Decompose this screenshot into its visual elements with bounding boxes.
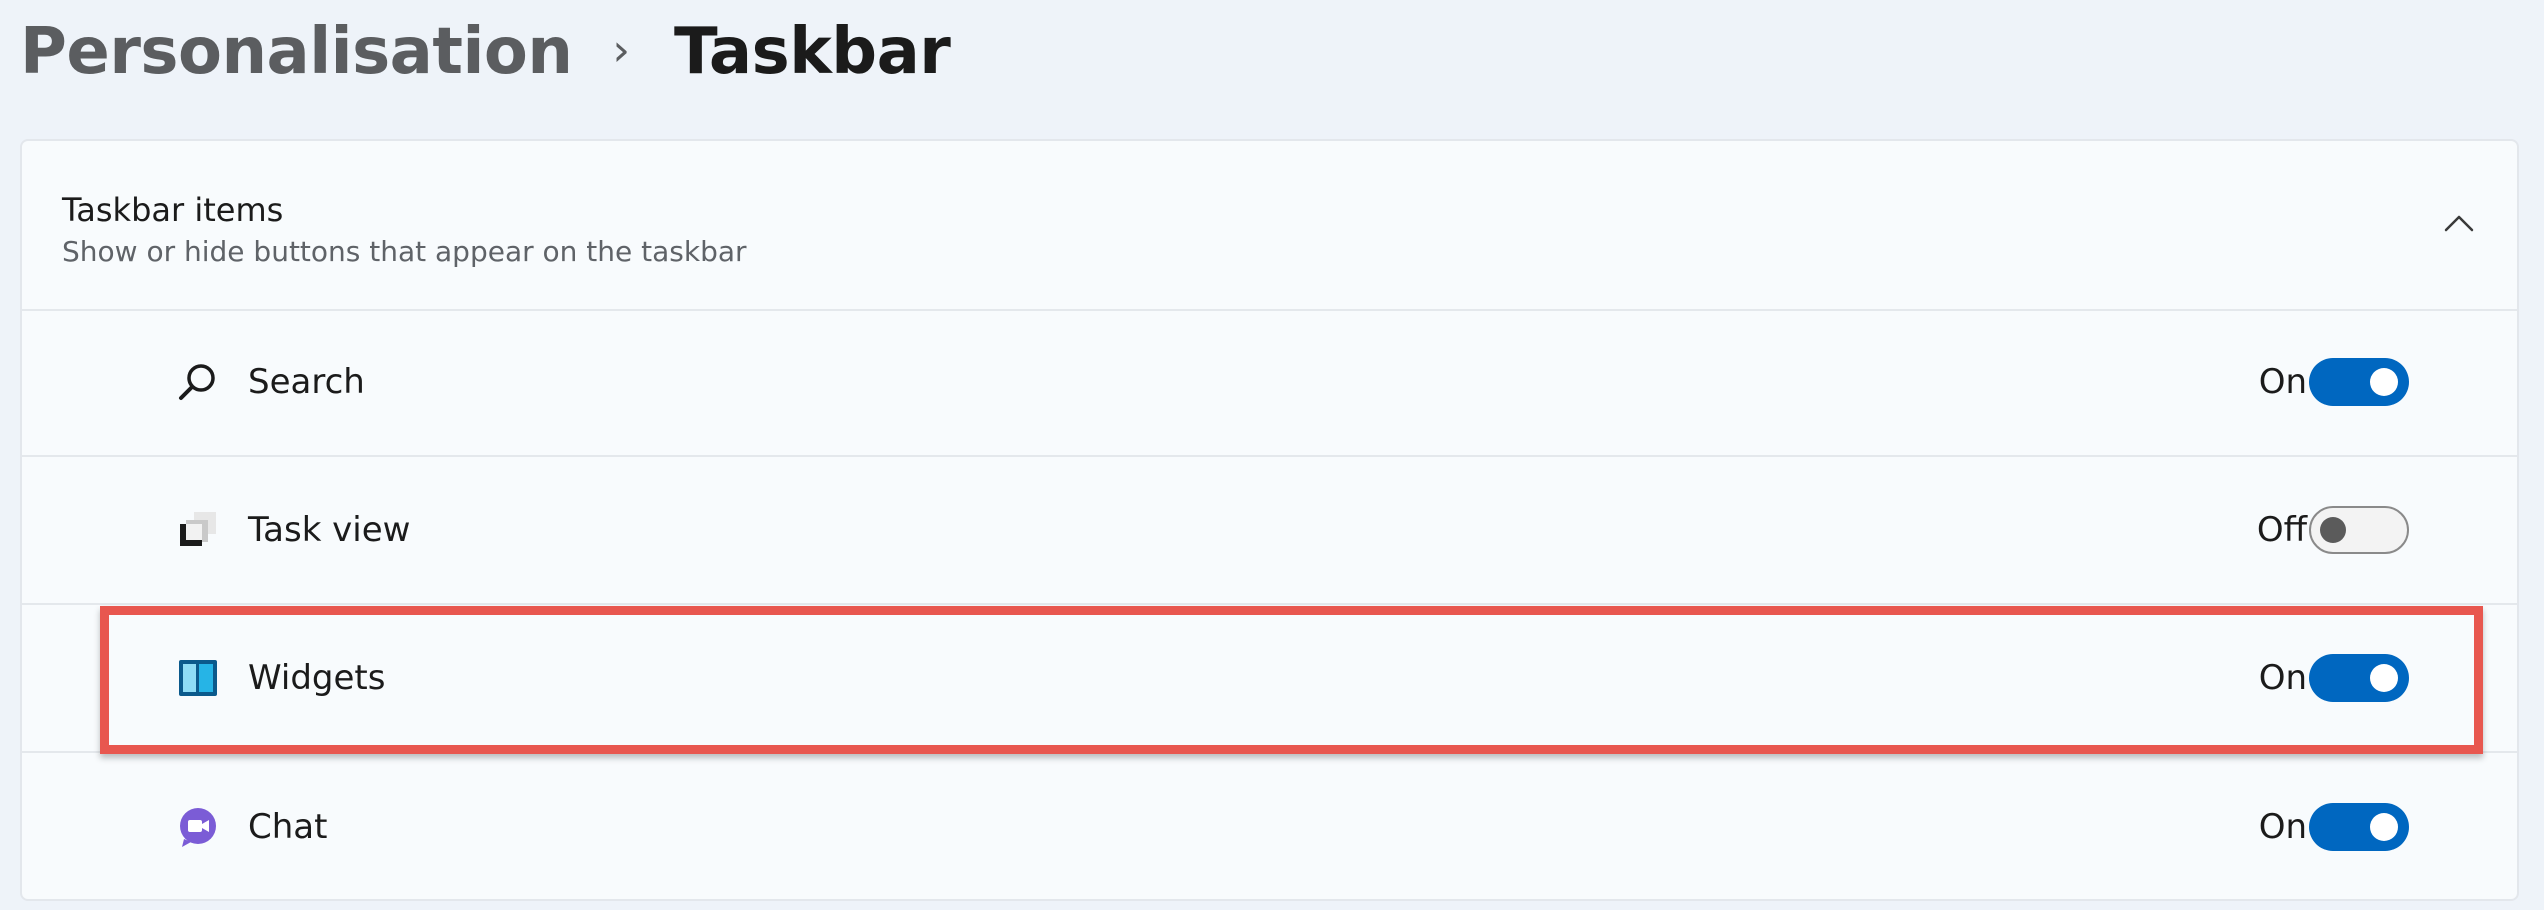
taskbar-item-chat: Chat On — [22, 753, 2517, 901]
taskbar-item-label: Search — [248, 362, 365, 402]
collapse-section-button[interactable] — [2433, 199, 2485, 251]
toggle-state-text: On — [2258, 807, 2307, 847]
chevron-up-icon — [2444, 214, 2474, 236]
chat-toggle[interactable] — [2309, 803, 2409, 851]
widgets-icon — [176, 656, 220, 700]
search-toggle[interactable] — [2309, 358, 2409, 406]
task-view-toggle[interactable] — [2309, 506, 2409, 554]
breadcrumb-separator: › — [612, 24, 631, 76]
toggle-state-text: On — [2258, 362, 2307, 402]
toggle-knob — [2370, 813, 2398, 841]
toggle-knob — [2370, 368, 2398, 396]
taskbar-item-label: Widgets — [248, 658, 386, 698]
chat-icon — [176, 805, 220, 849]
page-title: Taskbar — [674, 15, 951, 89]
toggle-state-text: On — [2258, 658, 2307, 698]
task-view-icon — [176, 508, 220, 552]
section-title: Taskbar items — [62, 191, 284, 229]
taskbar-item-widgets: Widgets On — [22, 605, 2517, 753]
toggle-knob — [2320, 517, 2346, 543]
widgets-toggle[interactable] — [2309, 654, 2409, 702]
taskbar-items-card: Taskbar items Show or hide buttons that … — [20, 139, 2519, 901]
taskbar-item-label: Chat — [248, 807, 328, 847]
taskbar-item-search: Search On — [22, 309, 2517, 457]
taskbar-items-header[interactable]: Taskbar items Show or hide buttons that … — [22, 141, 2517, 311]
section-subtitle: Show or hide buttons that appear on the … — [62, 235, 747, 268]
taskbar-item-label: Task view — [248, 510, 411, 550]
toggle-state-text: Off — [2256, 510, 2307, 550]
breadcrumb: Personalisation › Taskbar — [20, 4, 951, 100]
breadcrumb-parent-link[interactable]: Personalisation — [20, 15, 573, 89]
toggle-knob — [2370, 664, 2398, 692]
taskbar-item-task-view: Task view Off — [22, 457, 2517, 605]
search-icon — [176, 360, 220, 404]
